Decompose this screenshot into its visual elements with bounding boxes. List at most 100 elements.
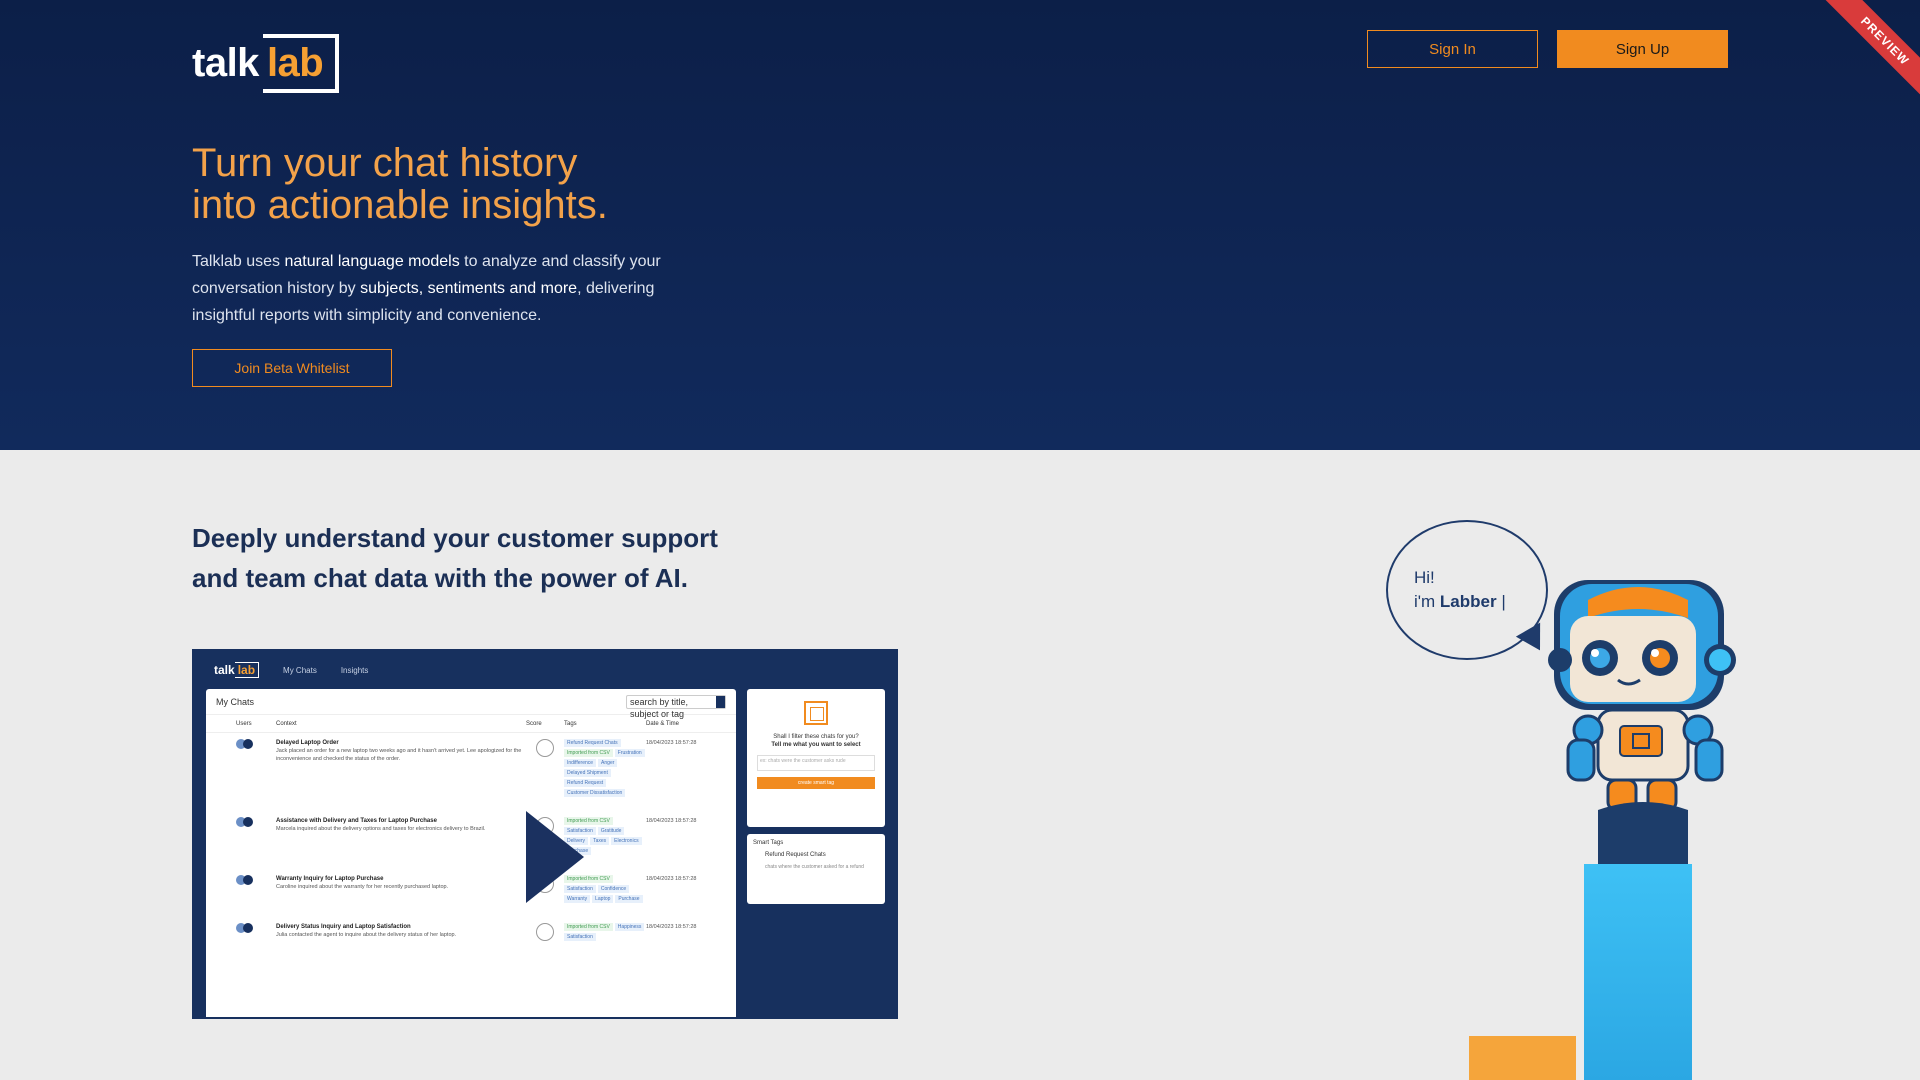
- avatar: [243, 739, 253, 749]
- tag: Refund Request: [564, 779, 607, 787]
- col-date: Date & Time: [646, 720, 680, 727]
- video-app-topbar: talk lab My Chats Insights: [194, 651, 896, 689]
- section-title-text: Deeply understand your: [192, 523, 497, 553]
- col-tags: Tags: [564, 720, 577, 727]
- hero-desc-text: Talklab uses: [192, 253, 285, 270]
- video-logo-prefix: talk: [214, 663, 235, 677]
- tag: Laptop: [592, 895, 614, 903]
- video-panel-header: My Chats search by title, subject or tag: [206, 689, 736, 719]
- hero-desc-highlight-subjects: subjects, sentiments and more: [360, 280, 578, 297]
- bubble-greeting: Hi!: [1414, 568, 1435, 587]
- join-beta-whitelist-button[interactable]: Join Beta Whitelist: [192, 349, 392, 387]
- tag: Electronics: [611, 837, 642, 845]
- row-text: Jack placed an order for a new laptop tw…: [276, 748, 522, 762]
- tag: Purchase: [615, 895, 643, 903]
- create-smart-tag-button: create smart tag: [757, 777, 875, 789]
- row-title: Warranty Inquiry for Laptop Purchase: [276, 876, 384, 882]
- demo-video-player[interactable]: talk lab My Chats Insights My Chats searc…: [192, 649, 898, 1019]
- tag: Satisfaction: [564, 933, 596, 941]
- video-nav-insights: Insights: [340, 665, 369, 675]
- avatar: [243, 875, 253, 885]
- section-title-line-2: and team chat data with the power of AI.: [192, 558, 718, 598]
- tag: Refund Request Chats: [564, 739, 621, 747]
- video-chats-panel: My Chats search by title, subject or tag…: [206, 689, 736, 1017]
- tag: Indifference: [564, 759, 597, 767]
- row-tags: Refund Request Chats Imported from CSV F…: [564, 739, 646, 797]
- section-title-bold: team chat: [245, 563, 367, 593]
- logo-box: lab: [262, 34, 340, 93]
- tag: Gratitude: [597, 827, 625, 835]
- col-users: Users: [236, 720, 252, 727]
- sign-up-button[interactable]: Sign Up: [1557, 30, 1728, 68]
- assistant-question: Shall I filter these chats for you?: [773, 734, 859, 740]
- assistant-prompt: Tell me what you want to select: [771, 742, 861, 748]
- tag: Imported from CSV: [564, 749, 613, 757]
- search-icon: [716, 695, 725, 708]
- sign-in-button[interactable]: Sign In: [1367, 30, 1538, 68]
- video-app-logo: talk lab: [214, 662, 260, 678]
- play-icon[interactable]: [526, 811, 584, 903]
- hero-title-line-2: into actionable insights.: [192, 183, 608, 227]
- hero-desc-highlight-models: natural language models: [284, 253, 460, 270]
- video-logo-box: lab: [234, 662, 260, 678]
- row-title: Delayed Laptop Order: [276, 740, 339, 746]
- table-row: Delivery Status Inquiry and Laptop Satis…: [206, 903, 736, 941]
- bubble-intro: i'm Labber |: [1414, 590, 1506, 614]
- table-row: Assistance with Delivery and Taxes for L…: [206, 797, 736, 855]
- row-date: 18/04/2023 18:57:28: [646, 876, 697, 882]
- col-score: Score: [526, 720, 542, 727]
- col-context: Context: [276, 720, 297, 727]
- hero-section: talk lab Sign In Sign Up PREVIEW Turn yo…: [0, 0, 1920, 450]
- video-nav-my-chats: My Chats: [283, 665, 317, 675]
- row-date: 18/04/2023 18:57:28: [646, 740, 697, 746]
- hero-title: Turn your chat history into actionable i…: [192, 142, 892, 226]
- row-context: Assistance with Delivery and Taxes for L…: [276, 817, 526, 855]
- avatar: [243, 817, 253, 827]
- video-assistant-panel: Shall I filter these chats for you? Tell…: [747, 689, 885, 827]
- row-date: 18/04/2023 18:57:28: [646, 924, 697, 930]
- row-text: Caroline inquired about the warranty for…: [276, 884, 449, 890]
- user-avatars: [216, 739, 276, 797]
- tag: Taxes: [590, 837, 610, 845]
- bubble-robot-name: Labber: [1439, 592, 1497, 611]
- tag: Customer Dissatisfaction: [564, 789, 626, 797]
- score-ring-icon: [536, 923, 554, 941]
- row-title: Assistance with Delivery and Taxes for L…: [276, 818, 437, 824]
- logo-box-text: lab: [266, 41, 324, 85]
- section-title-text: and: [192, 563, 246, 593]
- hero-title-line-1: Turn your chat history: [192, 141, 578, 185]
- row-text: Julia contacted the agent to inquire abo…: [276, 932, 457, 938]
- tag: Happiness: [614, 923, 645, 931]
- tag: Imported from CSV: [564, 923, 613, 931]
- preview-ribbon: PREVIEW: [1822, 0, 1920, 104]
- landing-page: talk lab Sign In Sign Up PREVIEW Turn yo…: [0, 0, 1920, 1080]
- row-context: Delivery Status Inquiry and Laptop Satis…: [276, 923, 526, 941]
- table-row: Delayed Laptop Order Jack placed an order…: [206, 733, 736, 797]
- tag: Delayed Shipment: [564, 769, 611, 777]
- row-title: Delivery Status Inquiry and Laptop Satis…: [276, 924, 411, 930]
- tag: Frustration: [614, 749, 645, 757]
- labber-square-icon: [804, 701, 828, 725]
- labber-robot-mascot: [1548, 580, 1736, 864]
- user-avatars: [216, 875, 276, 903]
- typing-cursor: |: [1501, 592, 1506, 611]
- row-score: [526, 739, 564, 797]
- row-context: Warranty Inquiry for Laptop Purchase Caro…: [276, 875, 526, 903]
- user-avatars: [216, 817, 276, 855]
- row-context: Delayed Laptop Order Jack placed an order…: [276, 739, 526, 797]
- logo-prefix: talk: [192, 41, 259, 85]
- smart-tag-item: Refund Request Chats: [765, 852, 826, 858]
- table-row: Warranty Inquiry for Laptop Purchase Caro…: [206, 855, 736, 903]
- smart-tag-desc: chats where the customer asked for a ref…: [765, 864, 864, 870]
- section-title-bold: customer support: [496, 523, 718, 553]
- talklab-logo[interactable]: talk lab: [192, 34, 340, 93]
- row-score: [526, 923, 564, 941]
- avatar: [243, 923, 253, 933]
- video-search-placeholder: search by title, subject or tag: [630, 696, 689, 719]
- bubble-intro-prefix: i'm: [1414, 592, 1440, 611]
- section-title: Deeply understand your customer support …: [192, 518, 718, 598]
- assistant-input: ex: chats were the customer asks rude: [757, 755, 875, 771]
- row-tags: Imported from CSV Happiness Satisfaction: [564, 923, 646, 941]
- row-date: 18/04/2023 18:57:28: [646, 818, 697, 824]
- speech-bubble-text: Hi! i'm Labber |: [1414, 566, 1506, 614]
